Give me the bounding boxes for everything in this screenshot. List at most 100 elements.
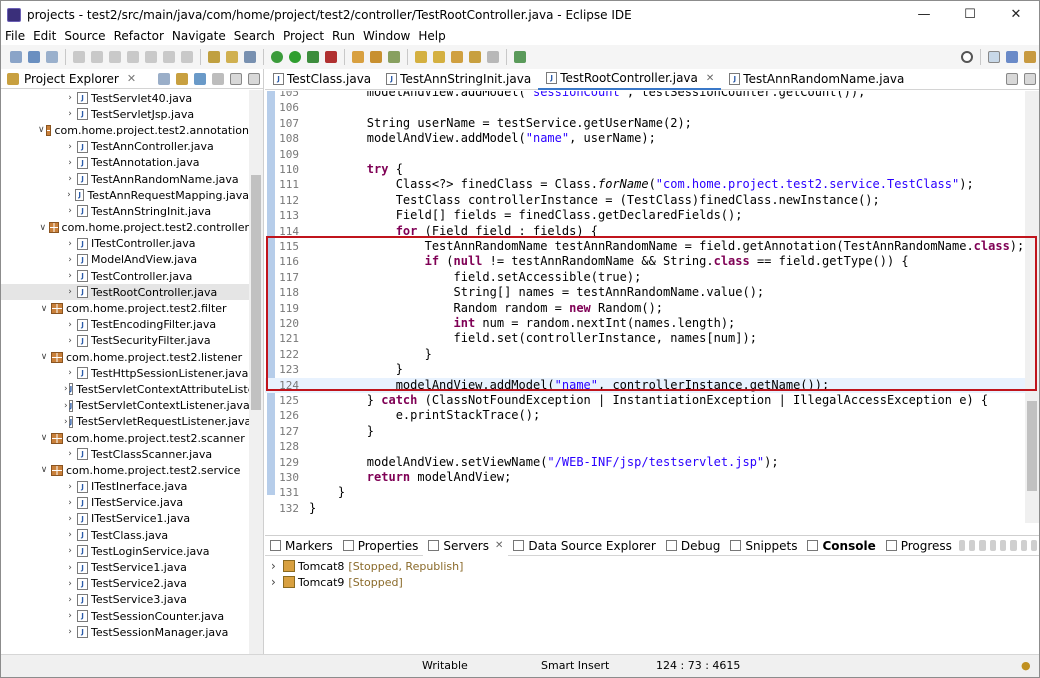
- filter-icon[interactable]: [194, 72, 206, 85]
- tree-package[interactable]: ∨ com.home.project.test2.annotation: [1, 122, 249, 138]
- code-line[interactable]: 109: [265, 147, 1025, 162]
- terminate-icon[interactable]: [127, 51, 139, 63]
- maximize-view-icon[interactable]: [248, 72, 260, 85]
- collapsed-chevron-icon[interactable]: ›: [64, 142, 76, 152]
- tree-file[interactable]: › J TestServletRequestListener.java: [1, 414, 249, 430]
- tree-file[interactable]: › J ITestService1.java: [1, 511, 249, 527]
- stop-server-icon[interactable]: [989, 540, 996, 551]
- menu-help[interactable]: Help: [414, 28, 449, 45]
- close-icon[interactable]: ✕: [706, 73, 714, 84]
- minimize-view-icon[interactable]: [1006, 73, 1018, 85]
- search-icon[interactable]: [961, 51, 973, 63]
- code-line[interactable]: 119 Random random = new Random();: [265, 301, 1025, 316]
- collapsed-chevron-icon[interactable]: ›: [64, 158, 76, 168]
- tree-file[interactable]: › J TestRootController.java: [1, 284, 249, 301]
- editor-tab[interactable]: J TestAnnRandomName.java: [721, 69, 911, 90]
- last-edit-icon[interactable]: [451, 51, 463, 63]
- bottom-tab-debug[interactable]: Debug: [661, 536, 725, 556]
- tree-file[interactable]: › J ITestService.java: [1, 495, 249, 511]
- collapsed-chevron-icon[interactable]: ›: [64, 206, 76, 216]
- code-line[interactable]: 129 modelAndView.setViewName("/WEB-INF/j…: [265, 455, 1025, 470]
- tree-file[interactable]: › J TestClassScanner.java: [1, 446, 249, 462]
- code-line[interactable]: 122 }: [265, 347, 1025, 362]
- maximize-view-icon[interactable]: [1030, 540, 1038, 551]
- code-line[interactable]: 121 field.set(controllerInstance, names[…: [265, 331, 1025, 346]
- editor-tab[interactable]: J TestClass.java: [265, 69, 378, 90]
- open-perspective-icon[interactable]: [988, 51, 1000, 63]
- collapsed-chevron-icon[interactable]: ›: [64, 417, 68, 427]
- skip-breakpoints-icon[interactable]: [73, 51, 85, 63]
- new-package-icon[interactable]: [370, 51, 382, 63]
- debug-server-icon[interactable]: [969, 540, 976, 551]
- expanded-chevron-icon[interactable]: ∨: [38, 125, 45, 135]
- forward-icon[interactable]: [487, 51, 499, 63]
- previous-annotation-icon[interactable]: [433, 51, 445, 63]
- code-line[interactable]: 110 try {: [265, 162, 1025, 177]
- code-line[interactable]: 107 String userName = testService.getUse…: [265, 116, 1025, 131]
- pin-editor-icon[interactable]: [514, 51, 526, 63]
- bottom-tab-snippets[interactable]: Snippets: [725, 536, 802, 556]
- tree-file[interactable]: › J TestAnnotation.java: [1, 155, 249, 171]
- server-row[interactable]: › Tomcat8 [Stopped, Republish]: [265, 558, 1039, 574]
- java-perspective-icon[interactable]: [1024, 51, 1036, 63]
- tree-file[interactable]: › J TestService1.java: [1, 559, 249, 575]
- profile-server-icon[interactable]: [979, 540, 986, 551]
- debug-icon[interactable]: [271, 51, 283, 63]
- menu-edit[interactable]: Edit: [29, 28, 60, 45]
- code-line[interactable]: 111 Class<?> finedClass = Class.forName(…: [265, 177, 1025, 192]
- tree-file[interactable]: › J TestSessionCounter.java: [1, 608, 249, 624]
- tree-file[interactable]: › J TestClass.java: [1, 527, 249, 543]
- explorer-scroll-thumb[interactable]: [251, 175, 261, 410]
- open-type-icon[interactable]: [208, 51, 220, 63]
- expanded-chevron-icon[interactable]: ∨: [38, 465, 50, 475]
- minimize-view-icon[interactable]: [1020, 540, 1027, 551]
- bottom-tab-markers[interactable]: Markers: [265, 536, 338, 556]
- minimize-view-icon[interactable]: [230, 72, 242, 85]
- collapsed-chevron-icon[interactable]: ›: [64, 320, 76, 330]
- code-line[interactable]: 118 String[] names = testAnnRandomName.v…: [265, 285, 1025, 300]
- menu-file[interactable]: File: [1, 28, 29, 45]
- tree-file[interactable]: › J TestAnnRandomName.java: [1, 171, 249, 187]
- tree-file[interactable]: › J TestAnnStringInit.java: [1, 203, 249, 219]
- step-into-icon[interactable]: [145, 51, 157, 63]
- close-icon[interactable]: ✕: [127, 72, 136, 85]
- maximize-view-icon[interactable]: [1024, 73, 1036, 85]
- tree-file[interactable]: › J TestHttpSessionListener.java: [1, 365, 249, 381]
- collapsed-chevron-icon[interactable]: ›: [64, 174, 76, 184]
- new-java-project-icon[interactable]: [352, 51, 364, 63]
- tree-file[interactable]: › J TestService2.java: [1, 576, 249, 592]
- coverage-icon[interactable]: [307, 51, 319, 63]
- code-line[interactable]: 128: [265, 439, 1025, 454]
- code-area[interactable]: 105 modelAndView.addModel("sessionCount"…: [265, 91, 1025, 523]
- collapsed-chevron-icon[interactable]: ›: [64, 239, 76, 249]
- collapse-all-icon[interactable]: [158, 72, 170, 85]
- code-line[interactable]: 123 }: [265, 362, 1025, 377]
- collapsed-chevron-icon[interactable]: ›: [271, 575, 283, 589]
- expanded-chevron-icon[interactable]: ∨: [38, 223, 48, 233]
- collapsed-chevron-icon[interactable]: ›: [64, 611, 76, 621]
- editor-tab[interactable]: J TestRootController.java ✕: [538, 68, 722, 90]
- close-icon[interactable]: ✕: [495, 540, 503, 551]
- save-icon[interactable]: [28, 51, 40, 63]
- expanded-chevron-icon[interactable]: ∨: [38, 304, 50, 314]
- publish-icon[interactable]: [999, 540, 1007, 551]
- tree-package[interactable]: ∨ com.home.project.test2.listener: [1, 349, 249, 365]
- menu-navigate[interactable]: Navigate: [168, 28, 230, 45]
- tree-file[interactable]: › J ITestController.java: [1, 236, 249, 252]
- code-line[interactable]: 106: [265, 100, 1025, 115]
- tip-icon[interactable]: ●: [1021, 659, 1031, 672]
- external-tools-icon[interactable]: [325, 51, 337, 63]
- code-line[interactable]: 131 }: [265, 485, 1025, 500]
- menu-window[interactable]: Window: [359, 28, 414, 45]
- collapsed-chevron-icon[interactable]: ›: [64, 546, 76, 556]
- tree-file[interactable]: › J TestServletJsp.java: [1, 106, 249, 122]
- collapsed-chevron-icon[interactable]: ›: [64, 627, 76, 637]
- tree-file[interactable]: › J TestLoginService.java: [1, 543, 249, 559]
- back-icon[interactable]: [469, 51, 481, 63]
- code-line[interactable]: 127 }: [265, 424, 1025, 439]
- collapsed-chevron-icon[interactable]: ›: [64, 336, 76, 346]
- code-line[interactable]: 120 int num = random.nextInt(names.lengt…: [265, 316, 1025, 331]
- collapsed-chevron-icon[interactable]: ›: [64, 401, 68, 411]
- tree-file[interactable]: › J TestEncodingFilter.java: [1, 317, 249, 333]
- link-with-editor-icon[interactable]: [176, 72, 188, 85]
